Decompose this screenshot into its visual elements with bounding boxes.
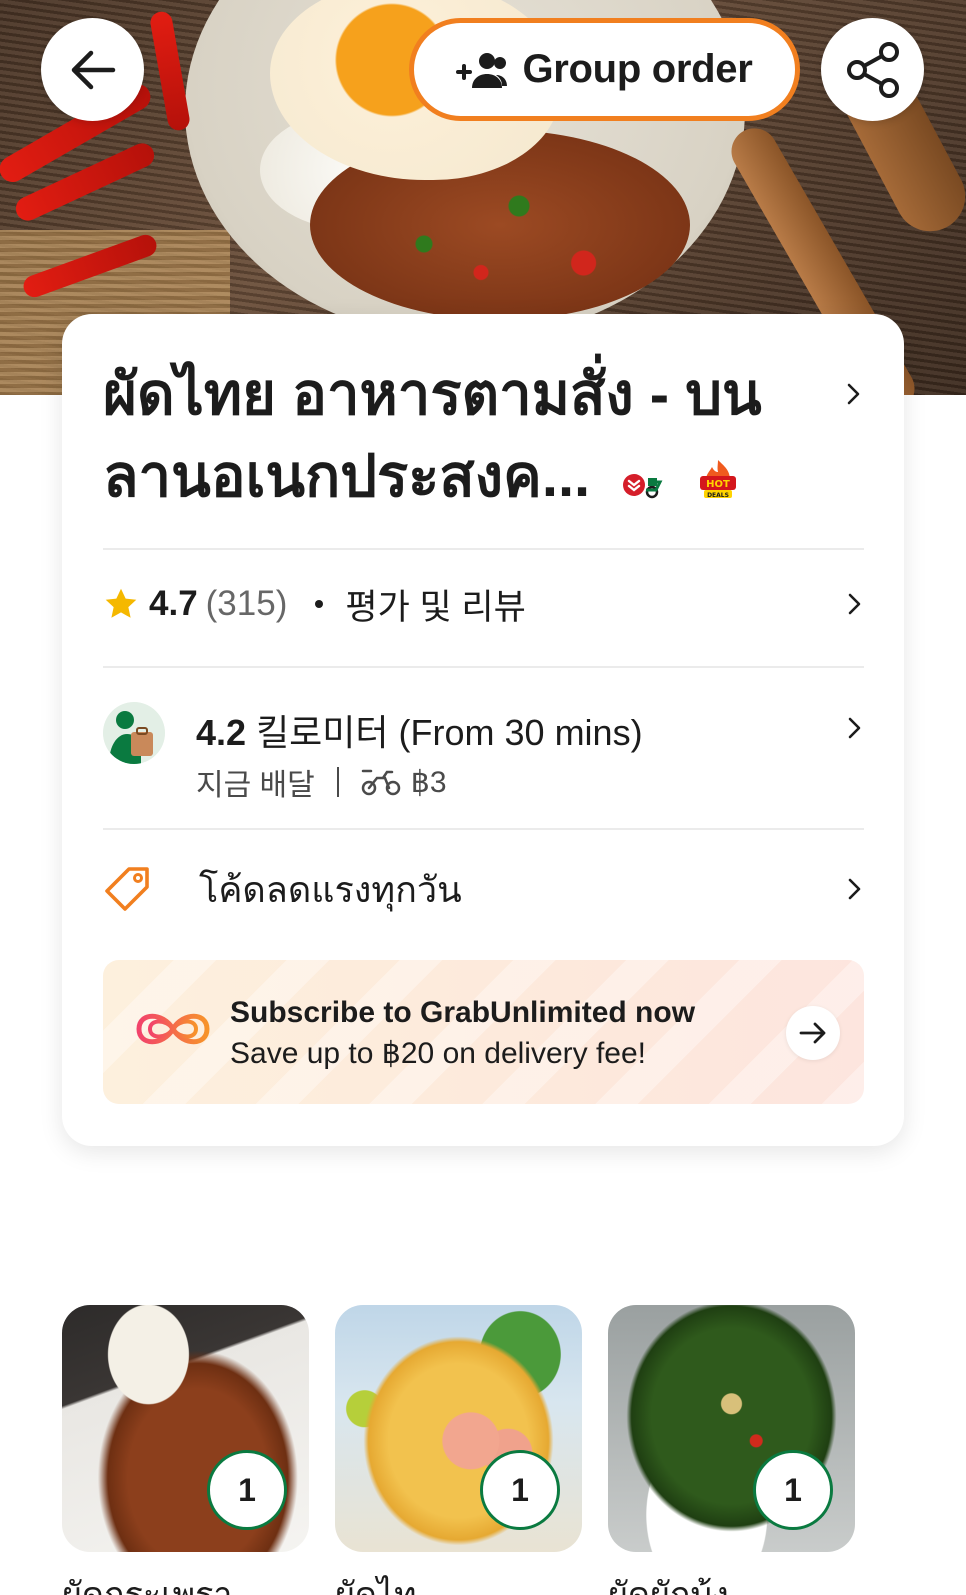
motorbike-icon	[361, 769, 400, 796]
add-group-icon	[456, 52, 508, 88]
divider	[103, 828, 864, 830]
rating-value: 4.7	[149, 584, 198, 623]
dish-carousel: 1 ผัดกระเพรา 1 ผัดไท 1 ผัดผักบุ้ง	[62, 1305, 966, 1595]
tag-icon	[105, 867, 149, 911]
promo-label: โค้ดลดแรงทุกวัน	[199, 868, 462, 910]
chevron-right-icon	[848, 717, 861, 739]
subscription-go-button[interactable]	[786, 1006, 840, 1060]
dish-quantity-badge[interactable]: 1	[480, 1450, 560, 1530]
grabunlimited-logo-icon	[136, 1013, 210, 1045]
dish-card[interactable]: 1 ผัดไท	[335, 1305, 582, 1595]
delivery-mode: 지금 배달	[196, 769, 315, 802]
delivery-distance: 4.2	[196, 712, 247, 753]
dish-name: ผัดผักบุ้ง	[608, 1576, 729, 1595]
delivery-distance-eta: 4.2 킬로미터 (From 30 mins)	[196, 704, 643, 756]
arrow-left-icon	[71, 50, 115, 89]
dish-quantity-badge[interactable]: 1	[753, 1450, 833, 1530]
arrow-right-icon	[799, 1022, 826, 1044]
delivery-info-row[interactable]: 4.2 킬로미터 (From 30 mins) 지금 배달 ฿3	[103, 702, 864, 812]
grabunlimited-banner[interactable]: Subscribe to GrabUnlimited now Save up t…	[103, 960, 864, 1104]
divider	[103, 666, 864, 668]
restaurant-info-card: ผัดไทย อาหารตามสั่ง - บน ลานอเนกประสงค..…	[62, 314, 904, 1146]
group-order-label: Group order	[522, 47, 753, 91]
divider	[103, 548, 864, 550]
promo-row[interactable]: โค้ดลดแรงทุกวัน	[103, 854, 864, 924]
subscription-title: Subscribe to GrabUnlimited now	[230, 996, 696, 1029]
dish-quantity-badge[interactable]: 1	[207, 1450, 287, 1530]
share-button[interactable]	[821, 18, 924, 121]
delivery-details: 지금 배달 ฿3	[196, 760, 447, 804]
chevron-right-icon	[848, 593, 861, 615]
separator	[336, 767, 339, 797]
delivery-driver-icon	[103, 702, 165, 764]
reviews-label: 평가 및 리뷰	[345, 587, 526, 627]
delivery-fee: ฿3	[410, 765, 447, 799]
dish-name: ผัดกระเพรา	[62, 1576, 233, 1595]
dish-card[interactable]: 1 ผัดกระเพรา	[62, 1305, 309, 1595]
group-order-button[interactable]: Group order	[409, 18, 800, 121]
hot-deals-badge-icon: HOT DEALS	[698, 440, 738, 522]
saver-delivery-badge-icon	[622, 440, 666, 522]
svg-text:DEALS: DEALS	[707, 492, 729, 499]
share-icon	[846, 41, 899, 98]
back-button[interactable]	[41, 18, 144, 121]
delivery-distance-text: 킬로미터 (From 30 mins)	[256, 712, 643, 753]
dish-card[interactable]: 1 ผัดผักบุ้ง	[608, 1305, 855, 1595]
rating-count: (315)	[205, 584, 288, 623]
ratings-row[interactable]: 4.7 (315) 평가 및 리뷰	[103, 574, 864, 634]
dish-name: ผัดไท	[335, 1576, 417, 1595]
svg-text:HOT: HOT	[707, 479, 731, 490]
chevron-right-icon	[847, 383, 860, 405]
subscription-subtitle: Save up to ฿20 on delivery fee!	[230, 1037, 647, 1070]
star-icon	[105, 588, 137, 618]
chili	[148, 10, 192, 132]
separator-dot	[315, 600, 324, 608]
restaurant-title-row[interactable]: ผัดไทย อาหารตามสั่ง - บน ลานอเนกประสงค..…	[103, 354, 863, 524]
restaurant-name: ผัดไทย อาหารตามสั่ง - บน ลานอเนกประสงค..…	[103, 354, 803, 522]
chevron-right-icon	[848, 878, 861, 900]
